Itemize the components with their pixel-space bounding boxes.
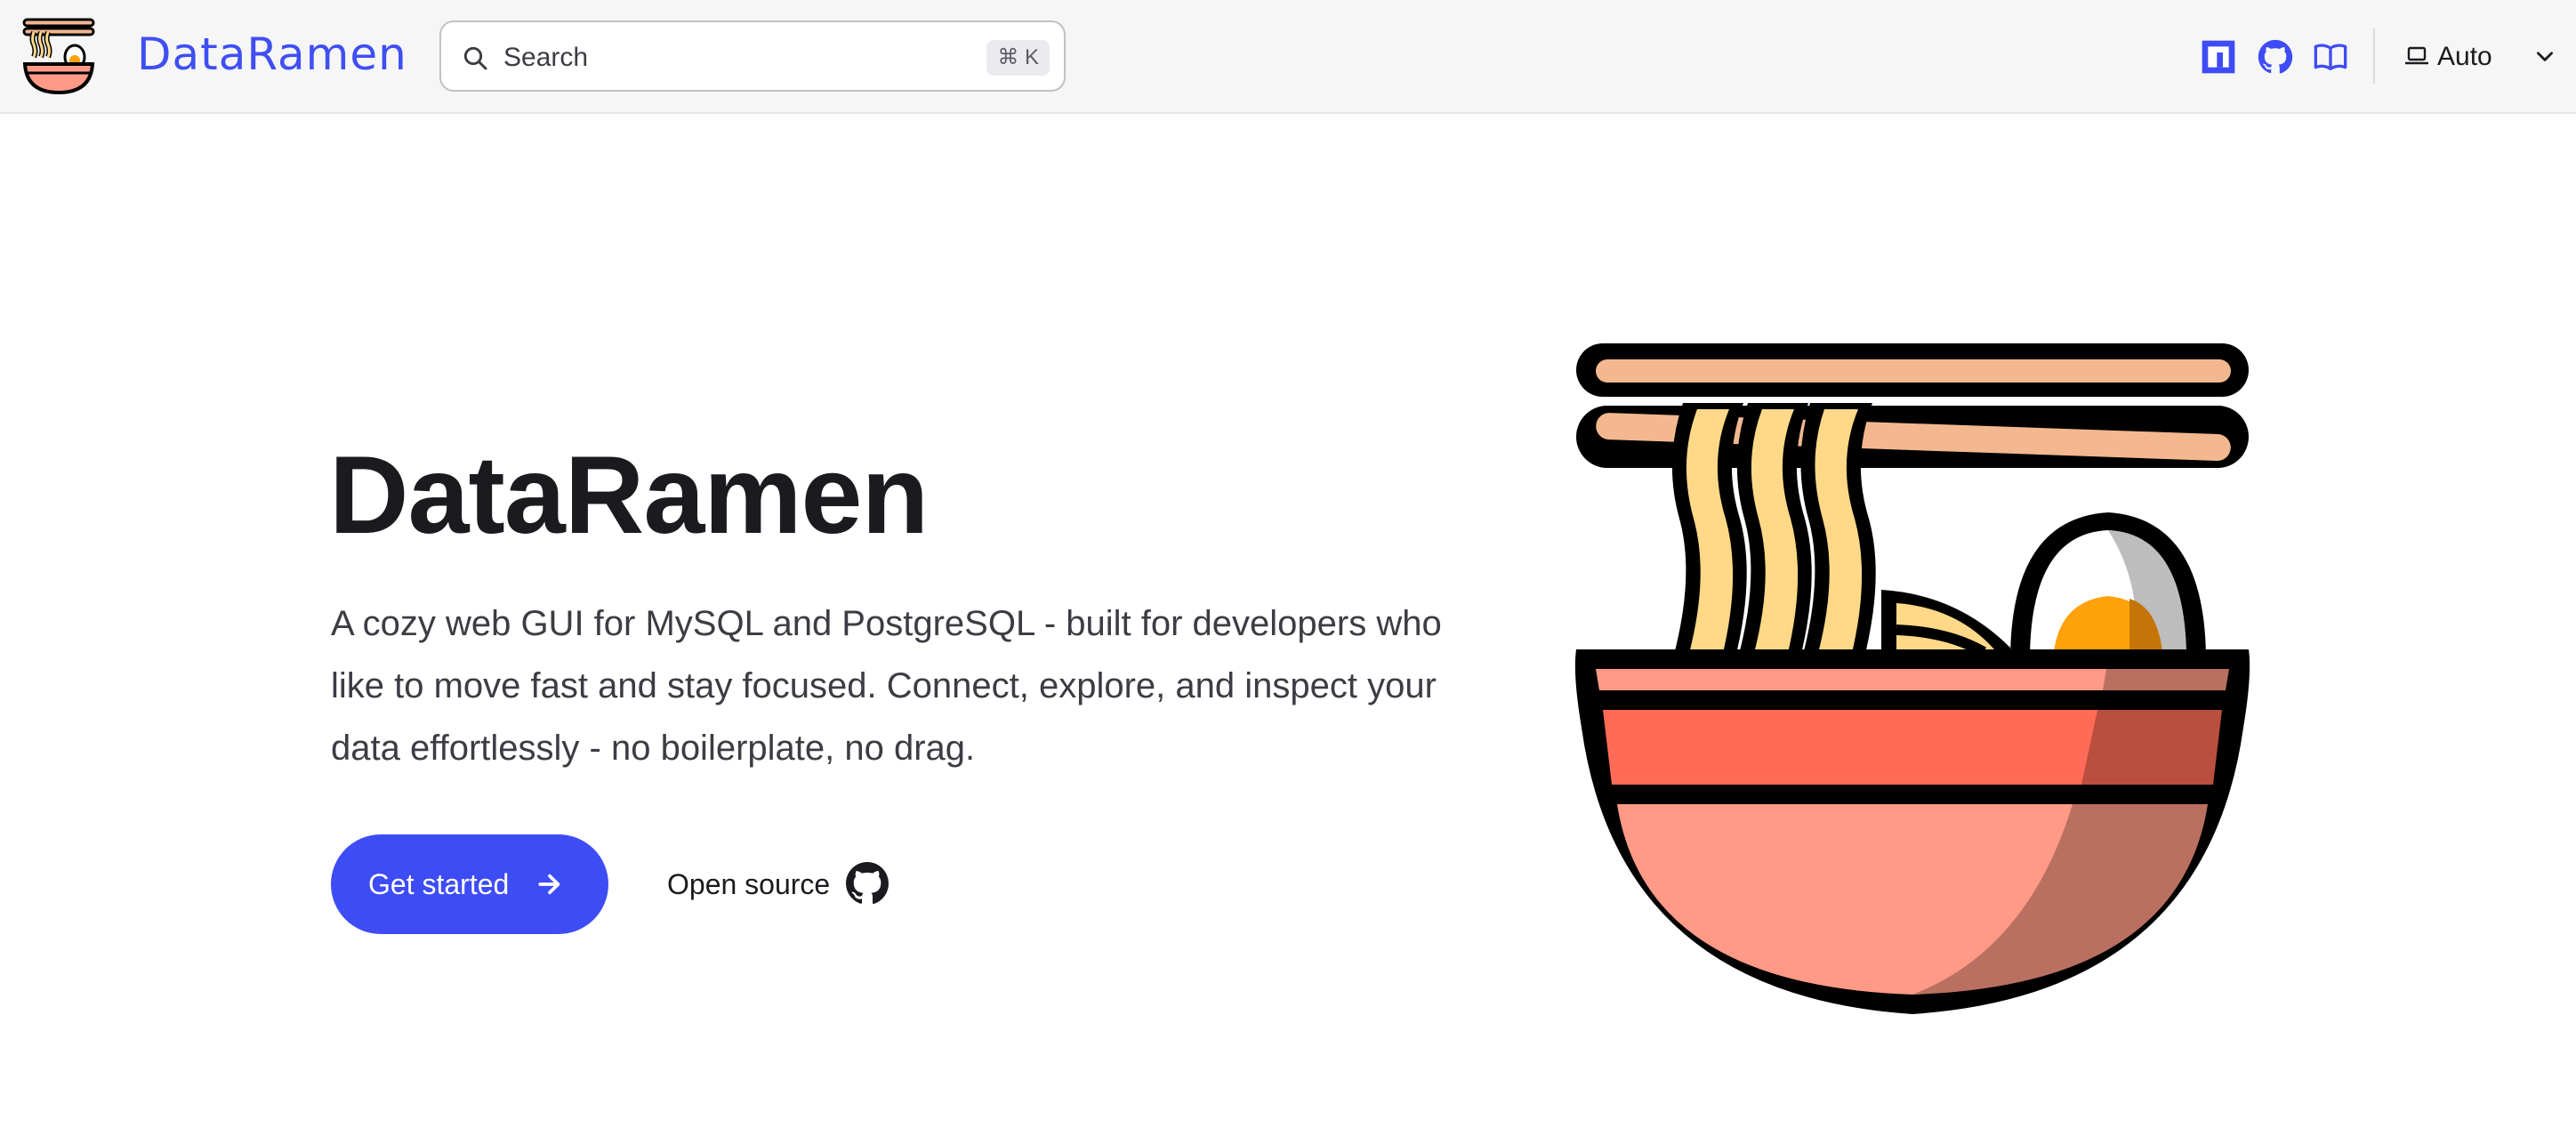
search-placeholder: Search xyxy=(503,43,589,72)
ramen-bowl-illustration xyxy=(1574,343,2250,1014)
appearance-label: Auto xyxy=(2437,42,2492,71)
hero-tagline: A cozy web GUI for MySQL and PostgreSQL … xyxy=(331,604,1442,768)
arrow-right-icon xyxy=(538,874,560,895)
nav-divider xyxy=(2373,28,2375,84)
chevron-down-icon xyxy=(2537,52,2553,61)
open-source-label: Open source xyxy=(667,868,831,900)
search-shortcut-badge: ⌘ K xyxy=(986,40,1050,76)
top-navbar: DataRamen Search ⌘ K Auto xyxy=(0,0,2576,114)
search-icon xyxy=(463,46,487,70)
book-icon[interactable] xyxy=(2313,39,2348,75)
appearance-switcher[interactable]: Auto xyxy=(2402,36,2562,78)
search-button[interactable]: Search ⌘ K xyxy=(439,20,1066,92)
github-icon xyxy=(846,862,889,905)
get-started-label: Get started xyxy=(368,868,510,900)
get-started-button[interactable]: Get started xyxy=(331,834,608,934)
site-title[interactable]: DataRamen xyxy=(137,27,407,82)
hero-title: DataRamen xyxy=(329,434,929,557)
monitor-icon xyxy=(2405,46,2428,65)
github-icon[interactable] xyxy=(2258,39,2293,75)
ramen-logo-icon[interactable] xyxy=(21,18,96,94)
npm-icon[interactable] xyxy=(2201,39,2236,75)
open-source-link[interactable]: Open source xyxy=(665,854,897,914)
